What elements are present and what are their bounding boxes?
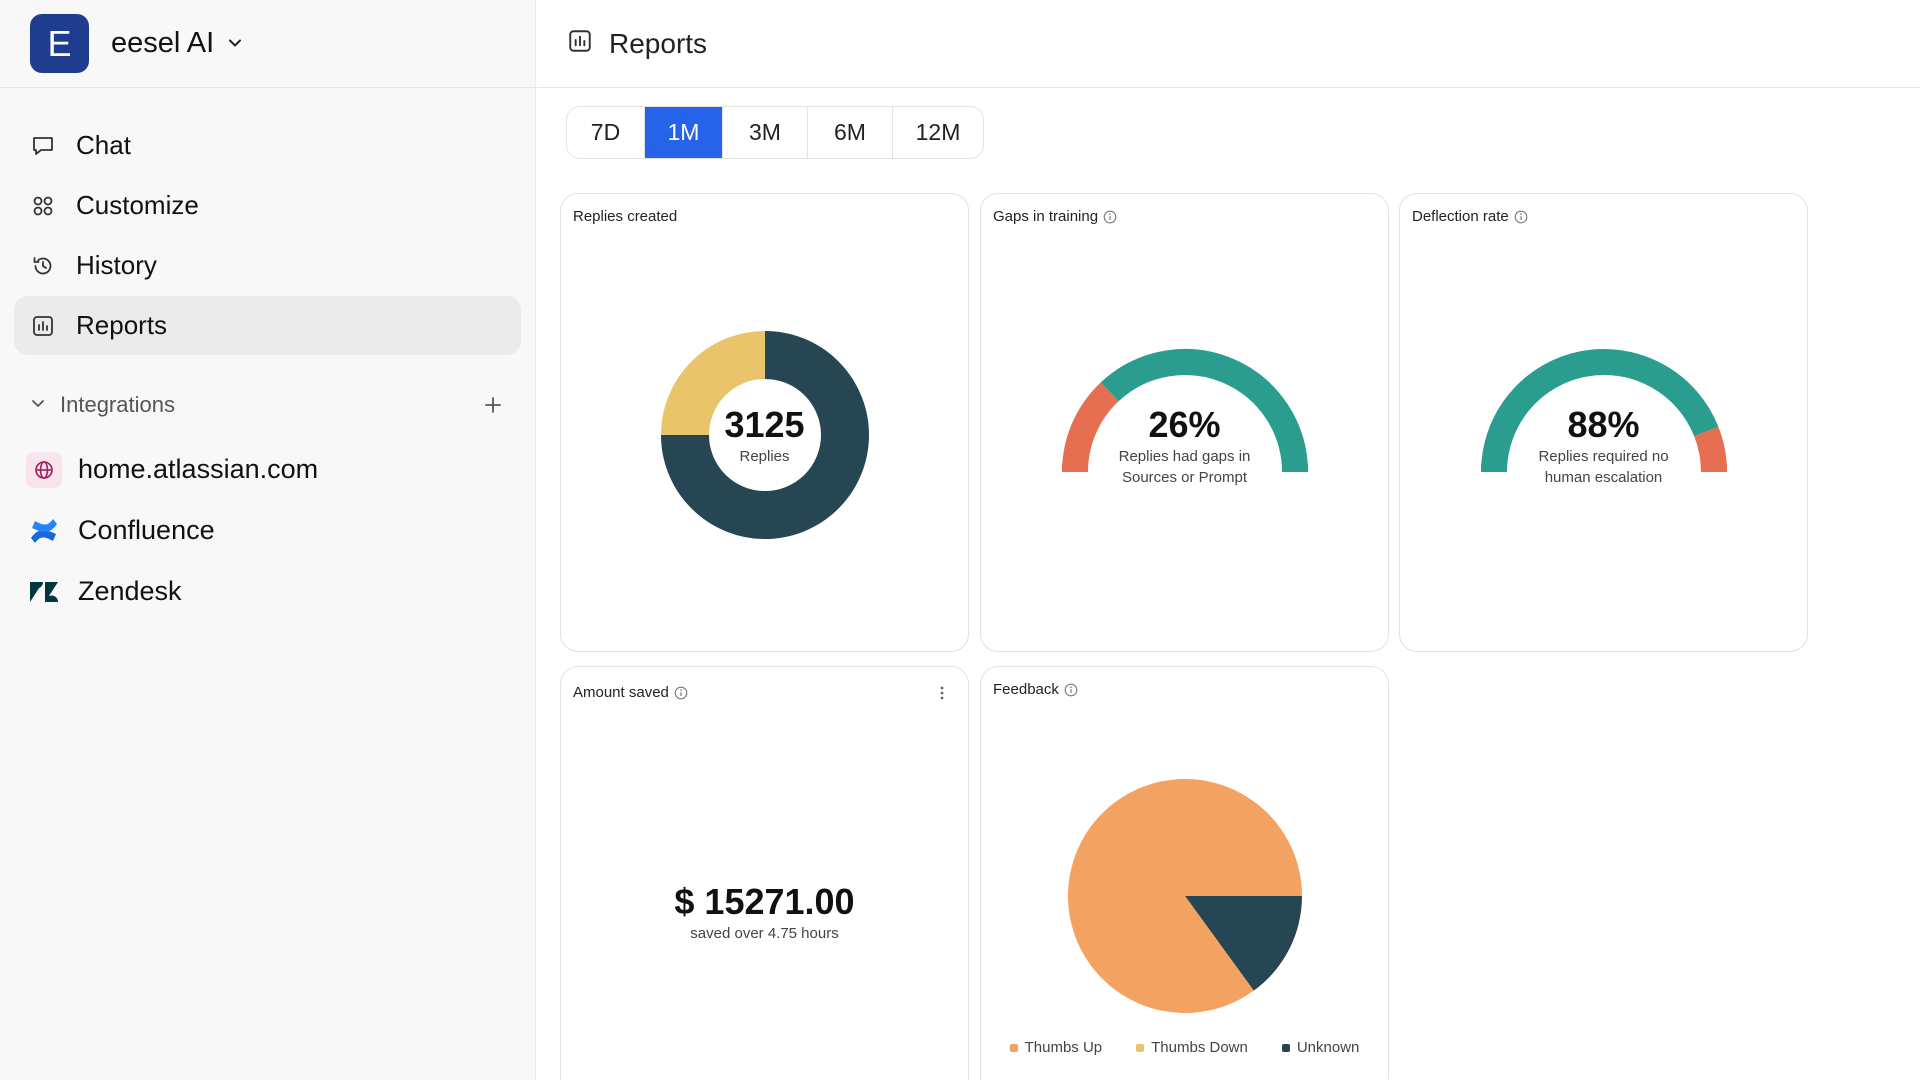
integration-item-confluence[interactable]: Confluence: [0, 500, 535, 561]
range-tab-7d[interactable]: 7D: [567, 107, 645, 158]
feedback-card: Feedback Thumbs Up Thumbs Down Unknown: [980, 666, 1389, 1080]
integration-item-atlassian[interactable]: home.atlassian.com: [0, 439, 535, 500]
legend-label: Thumbs Up: [1024, 1039, 1103, 1056]
integrations-toggle[interactable]: Integrations: [30, 392, 175, 418]
amount-value: $ 15271.00: [674, 881, 855, 922]
feedback-pie-chart: [1068, 779, 1302, 1013]
gaps-in-training-card: Gaps in training 26% Replies had gaps in…: [980, 193, 1389, 652]
integrations-header: Integrations: [0, 385, 535, 425]
info-icon[interactable]: [674, 686, 688, 700]
confluence-icon: [26, 513, 62, 549]
nav-label: Customize: [76, 190, 199, 220]
main-nav: Chat Customize History Reports: [0, 116, 535, 355]
replies-value: 3125: [724, 404, 805, 445]
integration-label: home.atlassian.com: [78, 454, 319, 484]
workspace-name: eesel AI: [111, 27, 215, 59]
add-integration-icon[interactable]: [481, 393, 505, 417]
page-title: Reports: [609, 27, 708, 59]
deflection-rate-card: Deflection rate 88% Replies required no …: [1399, 193, 1808, 652]
workspace-switcher[interactable]: E eesel AI: [0, 0, 535, 88]
workspace-avatar: E: [30, 14, 89, 73]
gaps-center: 26% Replies had gaps in Sources or Promp…: [981, 404, 1388, 488]
legend-swatch: [1136, 1043, 1145, 1052]
nav-item-history[interactable]: History: [14, 236, 521, 295]
gaps-value: 26%: [1148, 404, 1221, 445]
legend-swatch: [1281, 1043, 1290, 1052]
more-options-icon[interactable]: [932, 683, 952, 703]
history-icon: [30, 253, 56, 279]
deflection-caption-line1: Replies required no: [1538, 448, 1669, 465]
nav-label: Chat: [76, 130, 131, 160]
amount-saved-card: Amount saved $ 15271.00 saved over 4.75 …: [560, 666, 969, 1080]
gaps-caption-line2: Sources or Prompt: [1121, 469, 1248, 486]
deflection-caption-line2: human escalation: [1544, 469, 1663, 486]
gaps-caption-line1: Replies had gaps in: [1118, 448, 1251, 465]
chat-bubble-icon: [30, 133, 56, 159]
main-content: Reports 7D 1M 3M 6M 12M Replies created …: [537, 0, 1920, 1080]
chevron-down-icon: [226, 34, 244, 57]
replies-center: 3125 Replies: [561, 404, 968, 467]
integrations-list: home.atlassian.com Confluence Zendesk: [0, 439, 535, 622]
time-range-selector: 7D 1M 3M 6M 12M: [566, 106, 984, 159]
card-title-text: Amount saved: [573, 684, 669, 701]
legend-item-thumbs-down[interactable]: Thumbs Down: [1136, 1039, 1248, 1056]
nav-label: Reports: [76, 310, 168, 340]
legend-item-unknown[interactable]: Unknown: [1281, 1039, 1360, 1056]
replies-created-card: Replies created 3125 Replies: [560, 193, 969, 652]
card-title: Amount saved: [573, 684, 688, 701]
amount-center: $ 15271.00 saved over 4.75 hours: [561, 881, 968, 944]
replies-caption: Replies: [739, 448, 790, 465]
range-tab-3m[interactable]: 3M: [723, 107, 808, 158]
feedback-legend: Thumbs Up Thumbs Down Unknown: [981, 1039, 1388, 1056]
chevron-down-icon: [30, 395, 46, 416]
bar-chart-icon: [567, 28, 593, 59]
nav-item-customize[interactable]: Customize: [14, 176, 521, 235]
deflection-value: 88%: [1567, 404, 1640, 445]
bar-chart-icon: [30, 313, 56, 339]
zendesk-icon: [26, 574, 62, 610]
legend-label: Unknown: [1296, 1039, 1360, 1056]
deflection-center: 88% Replies required no human escalation: [1400, 404, 1807, 488]
range-tab-1m[interactable]: 1M: [645, 107, 723, 158]
integration-item-zendesk[interactable]: Zendesk: [0, 561, 535, 622]
nav-item-chat[interactable]: Chat: [14, 116, 521, 175]
range-tab-6m[interactable]: 6M: [808, 107, 893, 158]
nav-item-reports[interactable]: Reports: [14, 296, 521, 355]
nav-label: History: [76, 250, 157, 280]
integration-label: Zendesk: [78, 576, 182, 606]
grid-icon: [30, 193, 56, 219]
legend-label: Thumbs Down: [1151, 1039, 1248, 1056]
integrations-title: Integrations: [60, 392, 175, 417]
page-header: Reports: [537, 0, 1920, 88]
integration-label: Confluence: [78, 515, 215, 545]
legend-swatch: [1009, 1043, 1018, 1052]
globe-icon: [26, 451, 62, 488]
sidebar: E eesel AI Chat Customize History Report…: [0, 0, 536, 1080]
amount-caption: saved over 4.75 hours: [690, 925, 839, 942]
legend-item-thumbs-up[interactable]: Thumbs Up: [1009, 1039, 1103, 1056]
range-tab-12m[interactable]: 12M: [893, 107, 983, 158]
